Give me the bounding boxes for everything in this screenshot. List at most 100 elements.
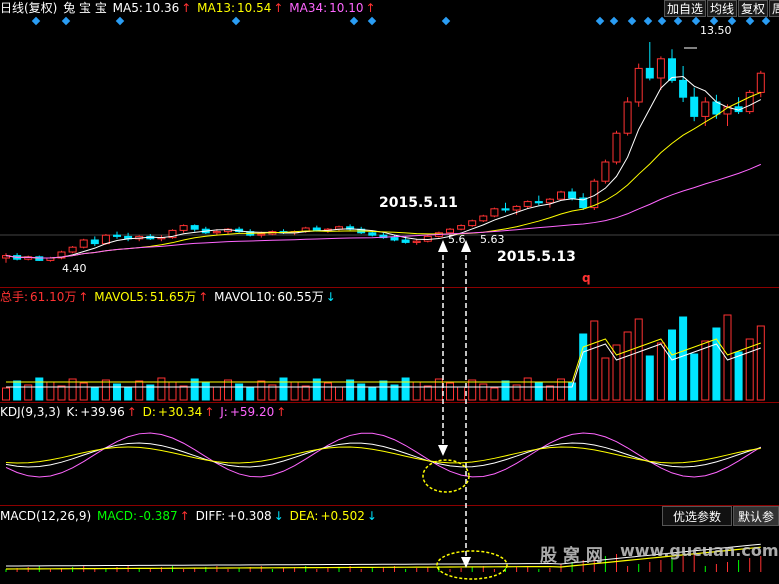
candle-body-41 <box>457 225 466 230</box>
volume-bar-41 <box>457 386 466 401</box>
volume-bar-23 <box>257 380 266 401</box>
event-diamond-5 <box>367 16 377 26</box>
event-diamond-4 <box>349 16 359 26</box>
candle-body-46 <box>512 205 521 211</box>
candle-body-57 <box>634 67 643 103</box>
volume-bar-8 <box>90 386 99 401</box>
volume-bar-26 <box>290 381 299 401</box>
volume-bar-4 <box>46 381 55 401</box>
volume-bar-54 <box>601 357 610 401</box>
candle-body-56 <box>623 101 632 134</box>
volume-bar-19 <box>212 386 221 401</box>
volume-bar-52 <box>579 333 588 401</box>
event-diamond-12 <box>673 16 683 26</box>
candle-body-59 <box>656 58 665 79</box>
event-diamond-3 <box>231 16 241 26</box>
candle-body-55 <box>612 132 621 163</box>
candle-body-35 <box>390 237 399 241</box>
macd-highlight-circle <box>436 550 508 580</box>
event-diamond-6 <box>441 16 451 26</box>
volume-bar-37 <box>412 381 421 401</box>
candle-body-50 <box>557 191 565 200</box>
volume-bar-7 <box>79 382 88 401</box>
volume-bar-1 <box>13 380 22 401</box>
volume-bar-22 <box>246 387 255 401</box>
candle-body-48 <box>534 201 543 204</box>
kdj-k-line <box>5 442 761 468</box>
candle-body-42 <box>468 220 477 227</box>
price-high-label: 13.50 <box>700 24 732 37</box>
event-diamond-7 <box>595 16 605 26</box>
volume-bar-44 <box>490 387 499 401</box>
volume-bar-63 <box>701 340 710 401</box>
volume-bar-21 <box>235 383 244 401</box>
annotation-date-1: 2015.5.11 <box>379 195 458 211</box>
candle-body-68 <box>756 72 765 93</box>
volume-bar-10 <box>113 383 121 401</box>
volume-bar-40 <box>446 382 454 401</box>
candle-body-43 <box>479 215 488 222</box>
stock-chart-window: { "header": { "title": "日线(复权)", "stock_… <box>0 0 779 584</box>
chart-canvas <box>0 16 779 580</box>
kdj-j-line <box>5 432 762 478</box>
volume-bar-9 <box>101 379 110 401</box>
ma5-line <box>5 76 762 259</box>
candle-body-63 <box>701 101 710 117</box>
candle-body-10 <box>113 234 121 237</box>
watermark-cn: 股 窝 网 <box>540 546 603 566</box>
price-mid-label-1: 5.6 <box>448 233 466 246</box>
volume-bar-55 <box>612 344 621 401</box>
event-diamond-16 <box>745 16 755 26</box>
volume-bar-56 <box>623 331 632 401</box>
candle-body-33 <box>368 232 377 236</box>
ma34-line <box>5 163 761 259</box>
volume-bar-57 <box>634 318 643 401</box>
event-diamond-0 <box>31 16 41 26</box>
candle-body-58 <box>645 67 654 79</box>
volume-bar-61 <box>679 316 688 401</box>
volume-bar-11 <box>124 387 133 401</box>
candle-body-37 <box>412 240 421 243</box>
annotation-date-2: 2015.5.13 <box>497 249 576 265</box>
annotation-marker-q: q <box>582 271 591 285</box>
candle-body-64 <box>712 101 721 115</box>
arrow-head-1-up <box>438 240 448 252</box>
kdj-d-line <box>5 446 761 464</box>
candle-body-23 <box>257 233 266 236</box>
candle-body-7 <box>79 239 88 248</box>
volume-bar-47 <box>523 377 532 401</box>
candle-body-38 <box>423 235 432 242</box>
event-diamond-11 <box>657 16 667 26</box>
volume-bar-30 <box>335 386 343 401</box>
volume-bar-42 <box>468 379 477 401</box>
volume-bar-12 <box>135 380 144 401</box>
candle-body-51 <box>568 191 577 199</box>
volume-bar-34 <box>379 380 388 401</box>
candle-body-19 <box>212 231 221 234</box>
candle-body-16 <box>179 225 188 231</box>
volume-bar-16 <box>179 385 188 401</box>
candle-body-61 <box>679 79 688 98</box>
candle-body-47 <box>523 201 532 207</box>
candle-body-49 <box>545 198 554 204</box>
candle-body-36 <box>401 239 410 243</box>
volume-bar-32 <box>357 383 366 401</box>
candle-body-54 <box>601 161 610 182</box>
volume-bar-48 <box>534 381 543 401</box>
volume-bar-18 <box>201 382 210 401</box>
candle-body-9 <box>101 234 110 245</box>
volume-bar-14 <box>157 377 166 401</box>
volume-bar-0 <box>2 387 10 401</box>
candle-body-67 <box>745 91 754 113</box>
volume-bar-59 <box>656 342 665 401</box>
event-diamond-1 <box>61 16 71 26</box>
volume-bar-38 <box>423 385 432 401</box>
arrow-head-1-down <box>438 445 448 456</box>
volume-bar-53 <box>590 320 599 401</box>
event-diamond-8 <box>609 16 619 26</box>
candle-body-6 <box>68 246 77 253</box>
candle-body-44 <box>490 208 499 217</box>
volume-bar-62 <box>690 353 699 401</box>
volume-bar-60 <box>668 329 676 401</box>
volume-bar-3 <box>35 377 44 401</box>
